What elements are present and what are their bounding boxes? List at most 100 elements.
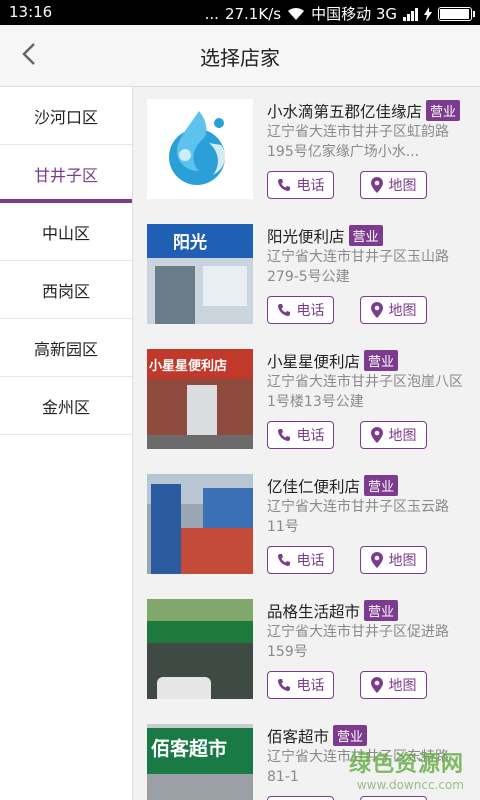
map-pin-icon — [370, 552, 383, 568]
district-label: 高新园区 — [33, 339, 98, 359]
map-pin-icon — [370, 177, 383, 193]
district-item-xigang[interactable]: 西岗区 — [0, 261, 132, 319]
district-sidebar: 沙河口区 甘井子区 中山区 西岗区 高新园区 金州区 — [0, 87, 133, 800]
store-address: 辽宁省大连市甘井子区泡崖八区1号楼13号公建 — [267, 374, 463, 410]
store-photo: 阳光 — [147, 224, 253, 324]
phone-button[interactable]: 电话 — [267, 546, 334, 574]
store-name: 品格生活超市 — [267, 603, 361, 621]
store-name: 亿佳仁便利店 — [267, 478, 361, 496]
phone-icon — [277, 554, 290, 566]
phone-button[interactable]: 电话 — [267, 421, 334, 449]
page-title: 选择店家 — [200, 46, 280, 70]
phone-icon — [277, 179, 290, 191]
battery-icon — [438, 6, 475, 21]
store-sign-text: 阳光 — [173, 233, 207, 253]
store-name: 佰客超市 — [267, 728, 330, 746]
store-address: 辽宁省大连市甘井子区玉云路11号 — [267, 499, 449, 535]
wifi-icon — [288, 7, 305, 20]
map-label: 地图 — [388, 303, 417, 319]
phone-button[interactable]: 电话 — [267, 671, 334, 699]
map-button[interactable]: 地图 — [360, 171, 427, 199]
watermark-text: 绿色资源网 — [348, 752, 464, 777]
district-label: 沙河口区 — [33, 107, 98, 127]
notification-dots: ... — [204, 4, 219, 23]
status-time: 13:16 — [9, 3, 53, 21]
district-item-gaoxinyuan[interactable]: 高新园区 — [0, 319, 132, 377]
phone-icon — [277, 429, 290, 441]
phone-button[interactable]: 电话 — [267, 296, 334, 324]
store-name-row: 佰客超市 营业 — [267, 725, 368, 747]
map-label: 地图 — [388, 428, 417, 444]
store-sign-text: 佰客超市 — [151, 738, 228, 760]
store-name: 小水滴第五郡亿佳缘店 — [267, 103, 423, 121]
district-item-shahekou[interactable]: 沙河口区 — [0, 87, 132, 145]
phone-icon — [277, 679, 290, 691]
store-item[interactable]: 小水滴第五郡亿佳缘店 营业 辽宁省大连市甘井子区虹韵路195号亿家缘广场小水...… — [133, 87, 480, 212]
network-speed: 27.1K/s — [224, 4, 282, 23]
store-list[interactable]: 小水滴第五郡亿佳缘店 营业 辽宁省大连市甘井子区虹韵路195号亿家缘广场小水...… — [133, 87, 480, 800]
phone-button[interactable]: 电话 — [267, 171, 334, 199]
store-item[interactable]: 亿佳仁便利店 营业 辽宁省大连市甘井子区玉云路11号 电话 地图 — [133, 462, 480, 587]
map-button[interactable]: 地图 — [360, 671, 427, 699]
store-name-row: 亿佳仁便利店 营业 — [267, 475, 399, 497]
phone-button[interactable]: 电话 — [267, 796, 334, 800]
map-label: 地图 — [388, 178, 417, 194]
status-badge: 营业 — [364, 350, 399, 371]
store-photo: 小星星便利店 — [147, 349, 253, 449]
watermark: 绿色资源网 www.downcc.com — [349, 746, 464, 792]
map-button[interactable]: 地图 — [360, 421, 427, 449]
status-badge: 营业 — [348, 225, 383, 246]
store-item[interactable]: 品格生活超市 营业 辽宁省大连市甘井子区促进路159号 电话 地图 — [133, 587, 480, 712]
district-item-zhongshan[interactable]: 中山区 — [0, 203, 132, 261]
map-label: 地图 — [388, 553, 417, 569]
status-badge: 营业 — [364, 600, 399, 621]
charging-icon — [424, 6, 432, 21]
phone-icon — [277, 304, 290, 316]
status-badge: 营业 — [333, 725, 368, 746]
store-name: 小星星便利店 — [267, 353, 361, 371]
store-name-row: 品格生活超市 营业 — [267, 600, 399, 622]
district-label: 中山区 — [41, 223, 90, 243]
app-header: 选择店家 — [0, 25, 480, 87]
water-drop-logo — [169, 111, 226, 185]
store-item[interactable]: 小星星便利店 小星星便利店 营业 辽宁省大连市甘井子区泡崖八区1号楼13号公建 电… — [133, 337, 480, 462]
phone-label: 电话 — [296, 428, 325, 444]
map-pin-icon — [370, 427, 383, 443]
store-name: 阳光便利店 — [267, 228, 345, 246]
map-button[interactable]: 地图 — [360, 546, 427, 574]
store-name-row: 阳光便利店 营业 — [267, 225, 383, 247]
status-badge: 营业 — [426, 100, 461, 121]
district-item-jinzhou[interactable]: 金州区 — [0, 377, 132, 435]
store-name-row: 小水滴第五郡亿佳缘店 营业 — [267, 100, 461, 122]
map-pin-icon — [370, 302, 383, 318]
watermark-url: www.downcc.com — [356, 778, 464, 792]
status-badge: 营业 — [364, 475, 399, 496]
phone-label: 电话 — [296, 678, 325, 694]
status-right: ... 27.1K/s 中国移动 3G — [204, 3, 475, 24]
store-address: 辽宁省大连市甘井子区玉山路279-5号公建 — [267, 249, 449, 285]
signal-icon — [403, 7, 418, 21]
phone-label: 电话 — [296, 553, 325, 569]
store-address: 辽宁省大连市甘井子区促进路159号 — [267, 624, 449, 660]
store-photo — [147, 599, 253, 699]
store-sign — [147, 621, 253, 643]
district-label: 西岗区 — [41, 281, 90, 301]
carrier-name: 中国移动 3G — [311, 5, 397, 23]
map-label: 地图 — [388, 678, 417, 694]
district-label: 甘井子区 — [33, 165, 98, 185]
store-name-row: 小星星便利店 营业 — [267, 350, 399, 372]
store-item[interactable]: 阳光 阳光便利店 营业 辽宁省大连市甘井子区玉山路279-5号公建 电话 地图 — [133, 212, 480, 337]
store-photo — [147, 99, 253, 199]
status-bar: 13:16 ... 27.1K/s 中国移动 3G — [0, 0, 480, 25]
store-sign-text: 小星星便利店 — [149, 359, 228, 374]
map-button[interactable]: 地图 — [360, 296, 427, 324]
store-photo: 佰客超市 — [147, 724, 253, 800]
phone-label: 电话 — [296, 303, 325, 319]
district-label: 金州区 — [41, 397, 90, 417]
map-pin-icon — [370, 677, 383, 693]
map-button[interactable]: 地图 — [360, 796, 427, 800]
district-item-ganjingzi[interactable]: 甘井子区 — [0, 145, 132, 203]
store-address: 辽宁省大连市甘井子区虹韵路195号亿家缘广场小水... — [267, 124, 449, 160]
store-photo — [147, 474, 253, 574]
phone-label: 电话 — [296, 178, 325, 194]
